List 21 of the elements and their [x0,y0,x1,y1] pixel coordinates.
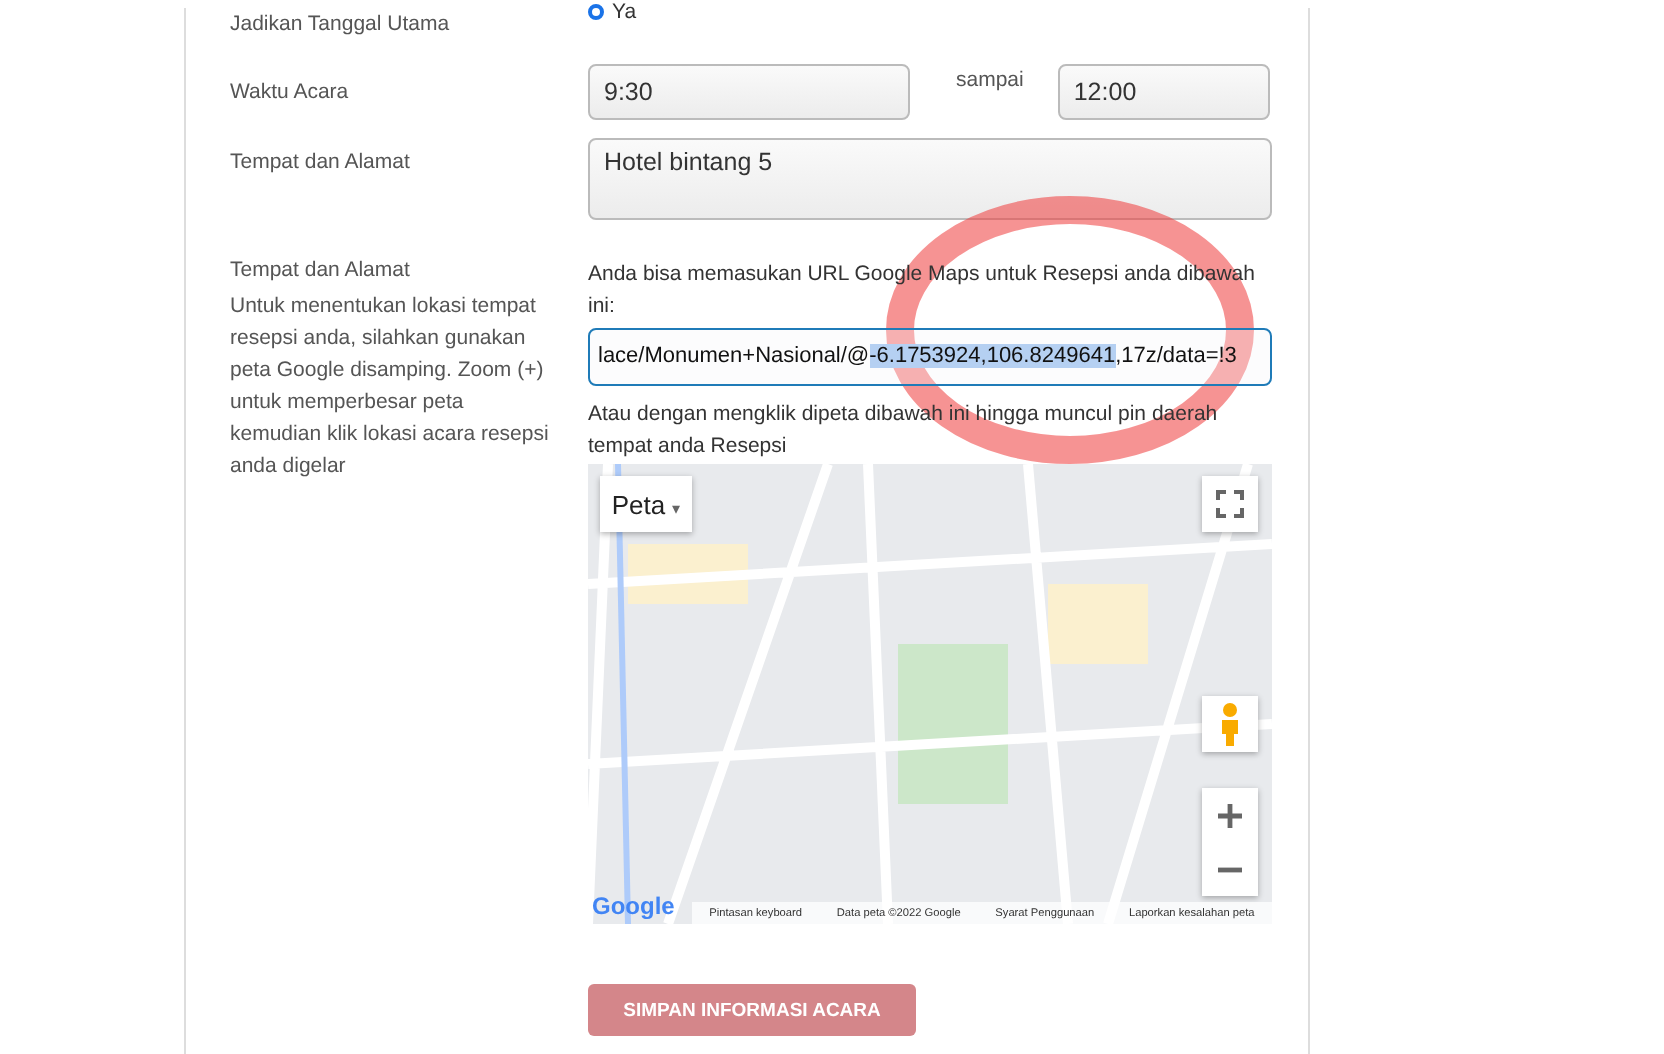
end-time-field[interactable]: 12:00 [1057,64,1270,120]
start-time-field[interactable]: 9:30 [588,64,910,120]
radio-label: Ya [612,0,637,24]
fullscreen-icon [1216,490,1244,518]
field-label: Tempat dan Alamat [230,258,412,282]
instruction-text: Anda bisa memasukan URL Google Maps untuk Resepsi anda dibawah ini: [588,260,1257,322]
help-text: Untuk menentukan lokasi tempat resepsi anda, silahkan gunakan peta Google disamping. Zoom (+) untuk memperbesar peta kemudian klik lokasi acara resepsi anda digelar [230,292,550,482]
plus-icon [1218,803,1242,827]
map-type-dropdown[interactable]: Peta ▾ [600,476,692,532]
person-icon [1218,702,1242,746]
url-field[interactable]: lace/Monumen+Nasional/@-6.1753924,106.8249641,17z/data=!3 [588,328,1272,386]
address-textarea[interactable]: Hotel bintang 5 [588,138,1272,220]
separator-text: sampai [956,68,1024,92]
field-label: Tempat dan Alamat [230,150,412,174]
radio-button[interactable] [588,4,604,20]
field-label: Jadikan Tanggal Utama [230,12,452,36]
zoom-in-button[interactable] [1202,788,1258,842]
field-label: Waktu Acara [230,80,351,104]
google-logo: Google [592,892,675,920]
zoom-out-button[interactable] [1202,842,1258,896]
fullscreen-button[interactable] [1202,476,1258,532]
